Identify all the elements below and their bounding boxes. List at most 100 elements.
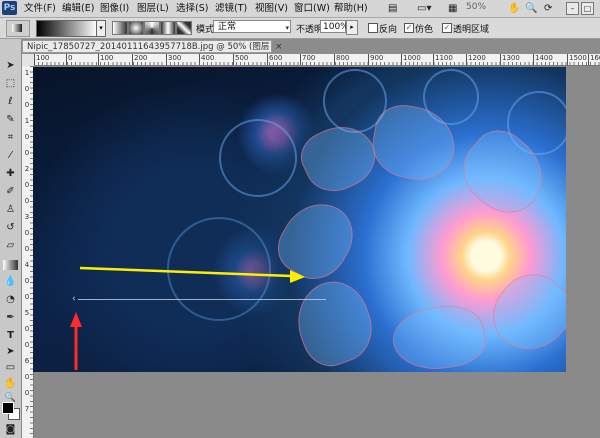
maximize-button[interactable]: □ [581, 2, 594, 15]
ruler-tick-label: 0 [24, 229, 30, 237]
pen-tool-icon[interactable]: ✒ [3, 311, 18, 325]
eyedropper-tool-icon[interactable]: ⁄ [3, 149, 18, 163]
type-tool-icon[interactable]: T [3, 329, 18, 343]
artwork-image [33, 67, 566, 372]
ruler-tick-label: 1300 [500, 54, 520, 65]
ruler-tick-label: 0 [24, 245, 30, 253]
ruler-tick-label: 0 [24, 101, 30, 109]
foreground-color-swatch[interactable] [2, 402, 14, 414]
menu-image[interactable]: 图像(I) [100, 2, 129, 15]
screen-mode-icon[interactable]: ▭▾ [417, 2, 431, 15]
healing-brush-tool-icon[interactable]: ✚ [3, 167, 18, 181]
flower-petal [388, 299, 490, 372]
ruler-tick-label: 0 [24, 277, 30, 285]
horizontal-ruler[interactable]: 100 0 100 200 300 400 500 600 700 800 900 1000 1100 1… [33, 54, 600, 66]
shape-tool-icon[interactable]: ▭ [3, 361, 18, 375]
flower-petal [286, 272, 382, 372]
opacity-slider-toggle[interactable]: ▸ [346, 20, 358, 35]
zoom-icon[interactable]: 🔍 [525, 2, 537, 15]
ruler-tick-label: 7 [24, 405, 30, 413]
move-tool-icon[interactable]: ➤ [3, 59, 18, 73]
radial-gradient-button[interactable] [128, 21, 144, 35]
quick-select-tool-icon[interactable]: ✎ [3, 113, 18, 127]
reverse-checkbox[interactable] [368, 23, 378, 33]
diamond-gradient-button[interactable] [176, 21, 192, 35]
ruler-tick-label: 600 [266, 54, 283, 65]
ruler-tick-label: 0 [24, 149, 30, 157]
ruler-tick-label: 1500 [567, 54, 587, 65]
ruler-tick-label: 2 [24, 165, 30, 173]
toolbox: ➤ ⬚ ℓ ✎ ⌗ ⁄ ✚ ✐ ♙ ↺ ▱ 💧 ◔ ✒ T ➤ ▭ ✋ 🔍 ◙ [0, 39, 22, 438]
ruler-tick-label: 0 [24, 325, 30, 333]
gradient-tool-icon[interactable] [3, 260, 18, 270]
ruler-tick-label: 1 [24, 69, 30, 77]
blur-tool-icon[interactable]: 💧 [3, 275, 18, 289]
rotate-icon[interactable]: ⟳ [544, 2, 552, 15]
angle-gradient-button[interactable] [144, 21, 160, 35]
ruler-tick-label: 5 [24, 309, 30, 317]
reflected-gradient-button[interactable] [160, 21, 176, 35]
menu-bar: Ps 文件(F) 编辑(E) 图像(I) 图层(L) 选择(S) 滤镜(T) 视… [0, 0, 600, 18]
menu-file[interactable]: 文件(F) [24, 2, 56, 15]
ruler-tick-label: 1100 [433, 54, 453, 65]
menu-select[interactable]: 选择(S) [176, 2, 208, 15]
layout-icon[interactable]: ▤ [388, 2, 397, 15]
ruler-tick-label: 0 [24, 197, 30, 205]
zoom-level[interactable]: 50% [466, 2, 486, 12]
menu-edit[interactable]: 编辑(E) [62, 2, 94, 15]
brush-tool-icon[interactable]: ✐ [3, 185, 18, 199]
options-bar: ▾ 模式: 正常 ▾ 不透明度: 100% ▸ 反向 ✓ 仿色 ✓ 透明区域 [0, 18, 600, 39]
linear-gradient-button[interactable] [112, 21, 128, 35]
menu-window[interactable]: 窗口(W) [294, 2, 330, 15]
eraser-tool-icon[interactable]: ▱ [3, 239, 18, 253]
chevron-down-icon[interactable]: ▾ [96, 20, 106, 37]
menu-layer[interactable]: 图层(L) [137, 2, 169, 15]
gradient-picker[interactable] [36, 20, 98, 37]
clone-stamp-tool-icon[interactable]: ♙ [3, 203, 18, 217]
ruler-tick-label: 300 [165, 54, 182, 65]
hand-tool-icon[interactable]: ✋ [3, 377, 18, 391]
decorative-orb [167, 217, 271, 321]
ruler-tick-label: 1600 [588, 54, 600, 65]
minimize-button[interactable]: – [566, 2, 579, 15]
ruler-tick-label: 0 [24, 293, 30, 301]
ruler-tick-label: 1400 [533, 54, 553, 65]
ruler-tick-label: 1000 [401, 54, 421, 65]
transparency-label: 透明区域 [453, 25, 490, 35]
photoshop-logo: Ps [2, 1, 17, 15]
ruler-tick-label: 100 [97, 54, 114, 65]
history-brush-tool-icon[interactable]: ↺ [3, 221, 18, 235]
crop-tool-icon[interactable]: ⌗ [3, 131, 18, 145]
dither-checkbox[interactable]: ✓ [404, 23, 414, 33]
ruler-tick-label: 3 [24, 213, 30, 221]
quick-mask-icon[interactable]: ◙ [3, 423, 18, 437]
marquee-tool-icon[interactable]: ⬚ [3, 77, 18, 91]
reverse-label: 反向 [379, 25, 398, 35]
opacity-input[interactable]: 100% [320, 20, 349, 33]
ruler-tick-label: 6 [24, 357, 30, 365]
arrange-icon[interactable]: ▦ [448, 2, 457, 15]
menu-view[interactable]: 视图(V) [255, 2, 288, 15]
ruler-tick-label: 0 [24, 85, 30, 93]
menu-help[interactable]: 帮助(H) [334, 2, 368, 15]
dodge-tool-icon[interactable]: ◔ [3, 293, 18, 307]
close-icon[interactable]: × [275, 42, 283, 52]
tool-preset-picker[interactable] [6, 20, 30, 37]
ruler-tick-label: 4 [24, 261, 30, 269]
document-tab[interactable]: Nipic_17850727_20140111643957718B.jpg @ … [22, 40, 272, 53]
lasso-tool-icon[interactable]: ℓ [3, 95, 18, 109]
ruler-tick-label: 700 [299, 54, 316, 65]
flower-petal [479, 260, 566, 366]
guide-start-marker: ‹ [72, 294, 76, 304]
ruler-tick-label: 0 [24, 389, 30, 397]
decorative-orb [219, 119, 297, 197]
ruler-tick-label: 0 [24, 181, 30, 189]
transparency-checkbox[interactable]: ✓ [442, 23, 452, 33]
menu-filter[interactable]: 滤镜(T) [215, 2, 247, 15]
path-selection-tool-icon[interactable]: ➤ [3, 345, 18, 359]
gradient-guide-line [78, 299, 326, 300]
ruler-tick-label: 500 [232, 54, 249, 65]
hand-icon[interactable]: ✋ [508, 2, 520, 15]
ruler-tick-label: 900 [367, 54, 384, 65]
mode-select[interactable]: 正常 ▾ [213, 20, 291, 33]
